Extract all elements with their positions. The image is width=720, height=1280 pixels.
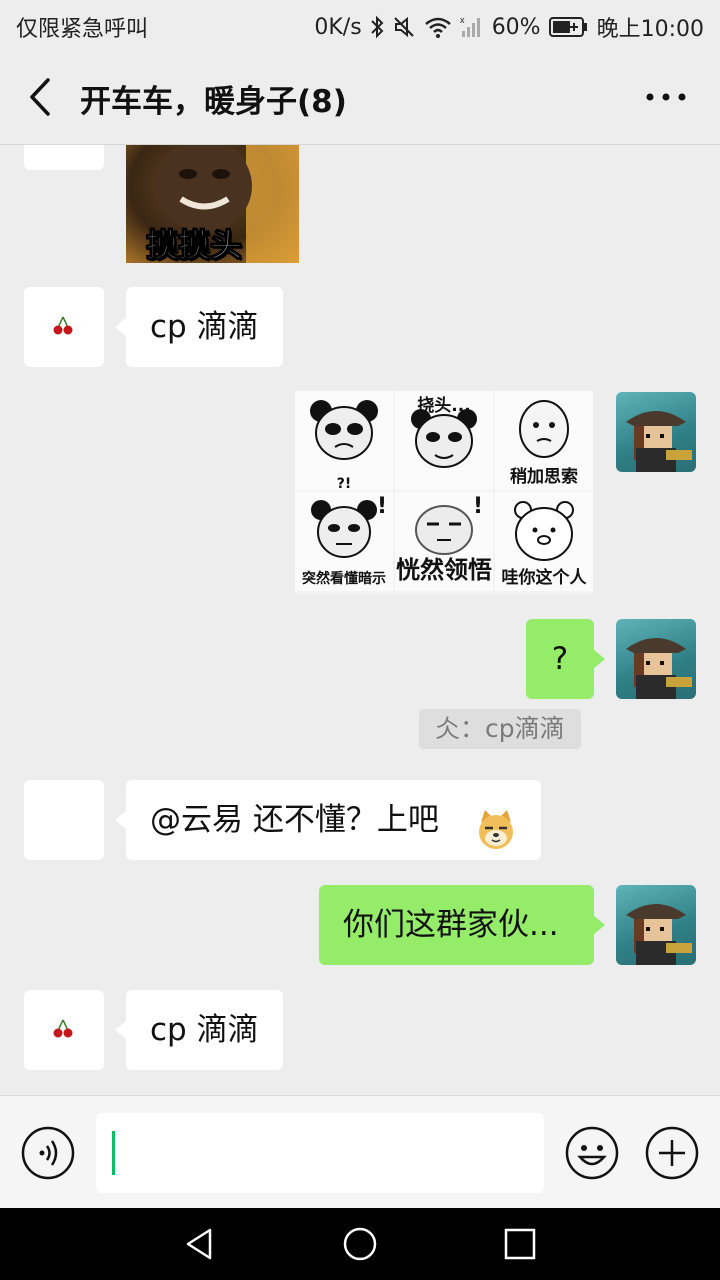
sticker-message[interactable]: 摸摸头	[126, 145, 299, 263]
sender-avatar-cherry[interactable]	[24, 990, 104, 1070]
meme-cell: ! 突然看懂暗示	[295, 492, 393, 591]
meme-cell-caption: 哇你这个人	[501, 568, 587, 588]
meme-cell-mark: ?!	[336, 476, 352, 490]
meme-cell: ! 恍然领悟	[395, 492, 493, 591]
message-bubble-outgoing[interactable]: 你们这群家伙...	[319, 885, 605, 965]
status-right: 0K/s x 60% 晚上10:00	[314, 11, 704, 43]
cherry-icon	[53, 316, 73, 335]
sender-avatar-cherry[interactable]	[24, 287, 104, 367]
chat-header: 开车车，暖身子(8)	[0, 50, 720, 145]
back-arrow-icon[interactable]	[22, 74, 62, 120]
message-bubble-incoming[interactable]: @云易 还不懂？上吧	[115, 780, 541, 860]
mute-icon	[392, 15, 416, 39]
dog-emoji-icon	[475, 800, 517, 880]
svg-text:x: x	[460, 15, 465, 25]
battery-icon	[548, 16, 589, 38]
meme-cell: ?!	[295, 391, 393, 490]
emoji-icon[interactable]	[564, 1125, 620, 1185]
network-speed: 0K/s	[314, 14, 362, 40]
sender-avatar[interactable]	[24, 145, 104, 170]
self-avatar[interactable]	[616, 619, 696, 699]
voice-icon[interactable]	[20, 1125, 76, 1185]
signal-icon: x	[460, 15, 484, 39]
message-input[interactable]	[96, 1113, 544, 1193]
message-bubble-outgoing[interactable]: ?	[526, 619, 605, 699]
meme-cell: 哇你这个人	[495, 492, 593, 591]
meme-cell-caption: 突然看懂暗示	[302, 571, 386, 587]
avatar-character	[626, 904, 692, 965]
clock: 晚上10:00	[596, 17, 704, 42]
self-avatar[interactable]	[616, 885, 696, 965]
more-dots-icon[interactable]	[642, 82, 690, 112]
message-bubble-incoming[interactable]: cp 滴滴	[115, 990, 283, 1070]
meme-cell-caption: 挠头...	[417, 396, 471, 416]
meme-cell-mark: !	[376, 494, 387, 519]
sticker-caption: 摸摸头	[145, 226, 243, 264]
cherry-icon	[53, 1019, 73, 1038]
avatar-character	[626, 411, 692, 472]
message-bubble-incoming[interactable]: cp 滴滴	[115, 287, 283, 367]
avatar-character	[626, 638, 692, 699]
meme-cell: 挠头...	[395, 391, 493, 490]
meme-cell-caption: 恍然领悟	[396, 556, 492, 584]
sender-avatar[interactable]	[24, 780, 104, 860]
meme-cell-mark: !	[472, 494, 483, 519]
chat-title: 开车车，暖身子(8)	[80, 84, 347, 120]
nav-home-icon[interactable]	[342, 1226, 378, 1266]
text-caret	[112, 1131, 115, 1175]
quoted-reply[interactable]: 仌：cp滴滴	[419, 709, 581, 749]
meme-grid-sticker[interactable]: ?! 挠头... 稍加思索 ! 突然看懂暗示 ! 恍然领悟 哇你这个人	[295, 391, 593, 594]
battery-percent: 60%	[491, 14, 541, 40]
nav-back-icon[interactable]	[182, 1226, 218, 1266]
chat-screen: 仅限紧急呼叫 0K/s x 60% 晚上10:00 开车车，暖身子(8) 摸摸头…	[0, 0, 720, 1280]
meme-cell: 稍加思索	[495, 391, 593, 490]
plus-icon[interactable]	[644, 1125, 700, 1185]
carrier-text: 仅限紧急呼叫	[16, 17, 149, 42]
system-nav-bar	[0, 1208, 720, 1280]
nav-recents-icon[interactable]	[502, 1226, 538, 1266]
status-bar: 仅限紧急呼叫 0K/s x 60% 晚上10:00	[0, 0, 720, 50]
message-text: @云易 还不懂？上吧	[150, 802, 439, 838]
bluetooth-icon	[370, 15, 384, 39]
meme-cell-caption: 稍加思索	[510, 467, 578, 487]
input-bar	[0, 1095, 720, 1209]
wifi-icon	[424, 15, 452, 39]
message-list[interactable]: 摸摸头 cp 滴滴 ?! 挠头... 稍加思索 ! 突然看懂暗示 ! 恍然领悟 …	[0, 145, 720, 1095]
self-avatar[interactable]	[616, 392, 696, 472]
